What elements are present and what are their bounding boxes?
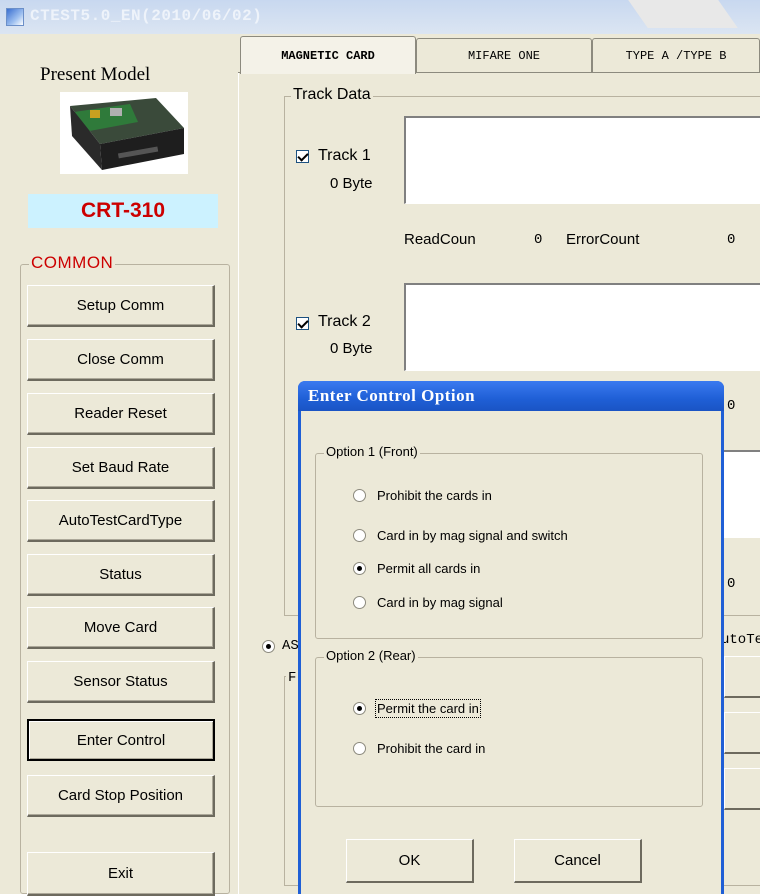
- option1-permit-all-label: Permit all cards in: [377, 561, 481, 576]
- app-icon: [6, 8, 24, 26]
- right-button-stub-2[interactable]: [724, 712, 760, 754]
- reader-reset-button[interactable]: Reader Reset: [27, 393, 215, 435]
- window-title: CTEST5.0_EN(2010/06/02): [30, 7, 263, 25]
- auto-test-partial-label: utoTe: [721, 632, 760, 648]
- ascii-radio[interactable]: [262, 640, 275, 653]
- option2-prohibit-radio[interactable]: [353, 742, 366, 755]
- setup-comm-button[interactable]: Setup Comm: [27, 285, 215, 327]
- option1-group: Option 1 (Front): [315, 444, 703, 639]
- track2-bytes: 0 Byte: [330, 340, 373, 357]
- decorative-stroke: [628, 0, 738, 28]
- ascii-radio-label: AS: [282, 638, 299, 654]
- track1-bytes: 0 Byte: [330, 175, 373, 192]
- lower-group-legend-fragment: F: [286, 670, 299, 686]
- window-titlebar: CTEST5.0_EN(2010/06/02): [0, 0, 760, 34]
- tab-mifare-one[interactable]: MIFARE ONE: [416, 38, 592, 72]
- dialog-body: Option 1 (Front) Prohibit the cards in C…: [301, 411, 721, 894]
- set-baud-rate-button[interactable]: Set Baud Rate: [27, 447, 215, 489]
- track2-data-box[interactable]: [404, 283, 760, 371]
- option1-prohibit-radio[interactable]: [353, 489, 366, 502]
- move-card-button[interactable]: Move Card: [27, 607, 215, 649]
- read-count-value: 0: [534, 232, 543, 248]
- exit-button[interactable]: Exit: [27, 852, 215, 896]
- model-name-badge: CRT-310: [28, 194, 218, 228]
- enter-control-button[interactable]: Enter Control: [27, 719, 215, 761]
- right-button-stub-3[interactable]: [724, 768, 760, 810]
- partial-value-1: 0: [727, 398, 736, 414]
- track1-data-box[interactable]: [404, 116, 760, 204]
- track1-checkbox[interactable]: [296, 150, 309, 163]
- common-legend: COMMON: [29, 253, 116, 273]
- error-count-label: ErrorCount: [566, 231, 640, 248]
- close-comm-button[interactable]: Close Comm: [27, 339, 215, 381]
- option1-mag-signal-radio[interactable]: [353, 596, 366, 609]
- card-reader-device-image: [60, 92, 188, 174]
- option2-group: Option 2 (Rear): [315, 648, 703, 807]
- track2-checkbox[interactable]: [296, 317, 309, 330]
- enter-control-option-dialog: Enter Control Option Option 1 (Front) Pr…: [298, 381, 724, 894]
- partial-value-2: 0: [727, 576, 736, 592]
- option1-legend: Option 1 (Front): [324, 444, 420, 459]
- option1-mag-signal-label: Card in by mag signal: [377, 595, 503, 610]
- cancel-button[interactable]: Cancel: [514, 839, 642, 883]
- option1-prohibit-label: Prohibit the cards in: [377, 488, 492, 503]
- auto-test-card-type-button[interactable]: AutoTestCardType: [27, 500, 215, 542]
- option2-legend: Option 2 (Rear): [324, 648, 418, 663]
- present-model-label: Present Model: [40, 64, 151, 85]
- option2-permit-label: Permit the card in: [375, 699, 481, 718]
- option1-permit-all-radio[interactable]: [353, 562, 366, 575]
- right-button-stub-1[interactable]: [724, 656, 760, 698]
- track2-label: Track 2: [318, 313, 371, 330]
- option1-mag-switch-radio[interactable]: [353, 529, 366, 542]
- error-count-value: 0: [727, 232, 736, 248]
- ok-button[interactable]: OK: [346, 839, 474, 883]
- track-data-legend: Track Data: [291, 86, 373, 104]
- track1-label: Track 1: [318, 147, 371, 164]
- tab-magnetic-card[interactable]: MAGNETIC CARD: [240, 36, 416, 74]
- option2-prohibit-label: Prohibit the card in: [377, 741, 486, 756]
- card-stop-position-button[interactable]: Card Stop Position: [27, 775, 215, 817]
- dialog-title: Enter Control Option: [298, 381, 724, 411]
- option1-mag-switch-label: Card in by mag signal and switch: [377, 528, 568, 543]
- read-count-label: ReadCoun: [404, 231, 476, 248]
- option2-permit-radio[interactable]: [353, 702, 366, 715]
- sensor-status-button[interactable]: Sensor Status: [27, 661, 215, 703]
- tab-type-a-type-b[interactable]: TYPE A /TYPE B: [592, 38, 760, 72]
- status-button[interactable]: Status: [27, 554, 215, 596]
